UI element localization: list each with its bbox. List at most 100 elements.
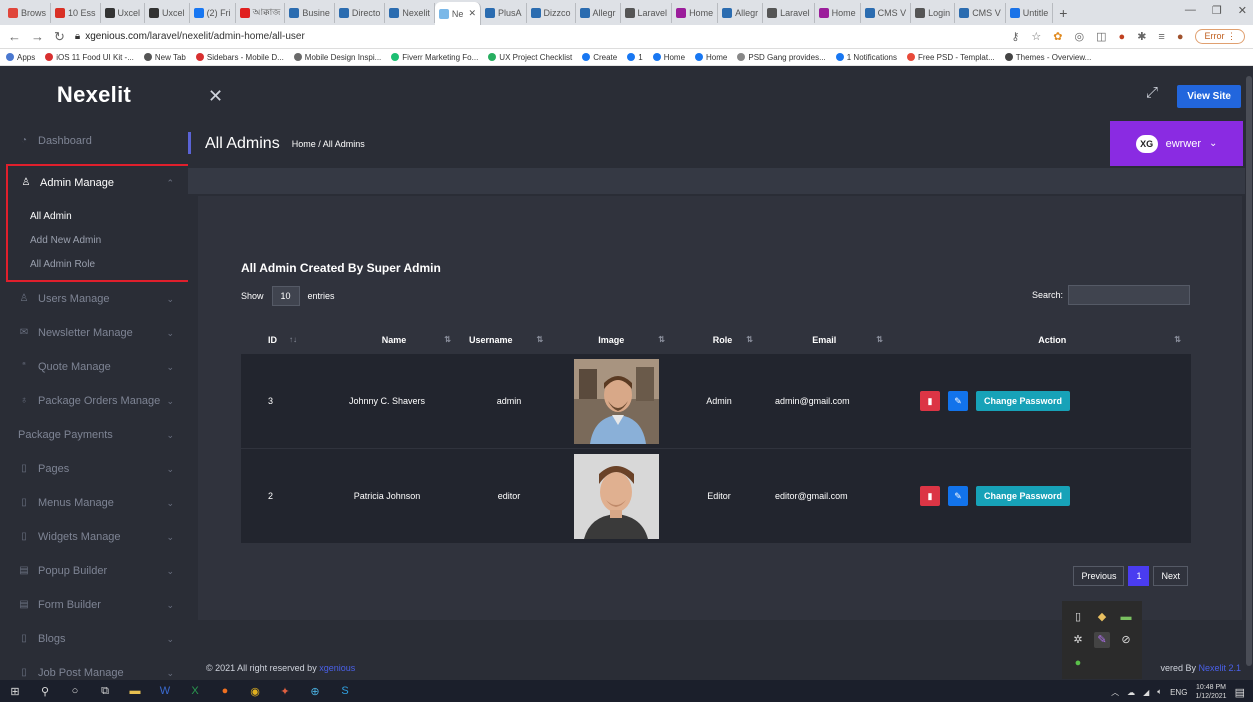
bookmark-item[interactable]: UX Project Checklist [488, 53, 572, 62]
sidebar-item-form-builder[interactable]: ▤ Form Builder ⌄ [0, 588, 188, 622]
bookmark-item[interactable]: PSD Gang provides... [737, 53, 826, 62]
browser-tab[interactable]: (2) Fri [190, 2, 236, 23]
entries-select[interactable]: 10 [271, 286, 300, 306]
globe-icon[interactable]: ⊕ [308, 684, 322, 698]
skype-icon[interactable]: S [338, 684, 352, 698]
copyright-link[interactable]: xgenious [319, 663, 355, 673]
browser-tab[interactable]: 10 Ess [51, 2, 101, 23]
browser-tab[interactable]: Allegr [718, 2, 764, 23]
powered-link[interactable]: Nexelit 2.1 [1198, 663, 1241, 673]
restore-icon[interactable]: ❐ [1212, 4, 1222, 17]
sidebar-subitem-all-admin[interactable]: All Admin [8, 204, 188, 228]
bookmark-item[interactable]: Free PSD - Templat... [907, 53, 995, 62]
chat-icon[interactable]: ▬ [1118, 609, 1134, 625]
sidebar-item-package-payments[interactable]: Package Payments ⌄ [0, 418, 188, 452]
page-1-button[interactable]: 1 [1128, 566, 1150, 586]
close-sidebar-icon[interactable]: ✕ [208, 86, 223, 107]
reload-icon[interactable]: ↻ [54, 29, 65, 45]
bookmark-item[interactable]: Mobile Design Inspi... [293, 53, 381, 62]
browser-tab[interactable]: Login [911, 2, 956, 23]
bookmark-item[interactable]: Fiverr Marketing Fo... [391, 53, 478, 62]
pen-icon[interactable]: ✎ [1094, 631, 1110, 648]
shield-icon[interactable]: ● [1070, 655, 1086, 671]
scrollbar-thumb[interactable] [1246, 76, 1252, 666]
sidebar-item-newsletter-manage[interactable]: ✉ Newsletter Manage ⌄ [0, 316, 188, 350]
browser-tab[interactable]: CMS V [861, 2, 912, 23]
close-window-icon[interactable]: ✕ [1238, 4, 1247, 17]
view-site-button[interactable]: View Site [1177, 85, 1241, 108]
sidebar-item-pages[interactable]: ▯ Pages ⌄ [0, 452, 188, 486]
next-button[interactable]: Next [1153, 566, 1188, 586]
sidebar-item-admin-manage[interactable]: ♙ Admin Manage ⌃ [8, 166, 188, 200]
error-pill[interactable]: Error ⋮ [1195, 29, 1245, 44]
profile-avatar[interactable]: ● [1177, 31, 1184, 43]
column-header-name[interactable]: Name ⇅ [313, 335, 461, 345]
usb-icon[interactable]: ▯ [1070, 609, 1086, 625]
volume-icon[interactable]: 🔈︎ [1157, 687, 1162, 697]
browser-tab[interactable]: Directo [335, 2, 386, 23]
browser-tab[interactable]: Uxcel [101, 2, 146, 23]
bookmark-item[interactable]: Themes - Overview... [1004, 53, 1091, 62]
chevron-up-icon[interactable]: ︿ [1111, 687, 1119, 698]
link-icon[interactable]: ⊘ [1118, 632, 1134, 648]
sidebar-subitem-all-admin-role[interactable]: All Admin Role [8, 252, 188, 276]
file-explorer-icon[interactable]: ▬ [128, 684, 142, 698]
browser-tab[interactable]: PlusA [481, 2, 527, 23]
url-field[interactable]: 🔒︎ xgenious.com/laravel/nexelit/admin-ho… [75, 31, 1001, 42]
extension-icon[interactable]: ✿ [1053, 30, 1062, 43]
sidebar-item-blogs[interactable]: ▯ Blogs ⌄ [0, 622, 188, 656]
browser-tab[interactable]: CMS V [955, 2, 1006, 23]
bookmark-item[interactable]: 1 Notifications [835, 53, 897, 62]
edit-button[interactable]: ✎ [948, 486, 968, 506]
close-tab-icon[interactable]: ✕ [468, 8, 476, 19]
column-header-action[interactable]: Action ⇅ [893, 335, 1191, 345]
sidebar-item-popup-builder[interactable]: ▤ Popup Builder ⌄ [0, 554, 188, 588]
figma-icon[interactable]: ✦ [278, 684, 292, 698]
sidebar-subitem-add-new-admin[interactable]: Add New Admin [8, 228, 188, 252]
logo[interactable]: Nexelit [0, 66, 188, 124]
task-view-icon[interactable]: ⧉ [98, 684, 112, 698]
browser-tab[interactable]: Uxcel [145, 2, 190, 23]
scrollbar[interactable] [1245, 66, 1253, 680]
delete-button[interactable]: ▮ [920, 391, 940, 411]
search-icon[interactable]: ⚲ [38, 684, 52, 698]
bookmark-item[interactable]: Create [582, 53, 617, 62]
network-icon[interactable]: ◢ [1143, 688, 1149, 697]
queue-icon[interactable]: ≡ [1158, 31, 1164, 43]
clock[interactable]: 10:48 PM 1/12/2021 [1195, 683, 1226, 701]
browser-tab[interactable]: Ne ✕ [434, 2, 481, 25]
new-tab-button[interactable]: + [1053, 5, 1073, 21]
extension-icon[interactable]: ● [1119, 31, 1126, 43]
browser-tab[interactable]: Home [815, 2, 861, 23]
search-input[interactable] [1068, 285, 1190, 305]
delete-button[interactable]: ▮ [920, 486, 940, 506]
browser-tab[interactable]: আক্কাজ [236, 2, 286, 23]
puzzle-icon[interactable]: ✱ [1137, 30, 1146, 43]
column-header-username[interactable]: Username ⇅ [461, 335, 557, 345]
notifications-icon[interactable]: ▤ [1235, 686, 1245, 699]
browser-tab[interactable]: Laravel [621, 2, 673, 23]
settings-icon[interactable]: ✲ [1070, 632, 1086, 648]
sidebar-item-users-manage[interactable]: ♙ Users Manage ⌄ [0, 282, 188, 316]
star-icon[interactable]: ☆ [1031, 30, 1041, 43]
browser-tab[interactable]: Untitle [1006, 2, 1054, 23]
sidebar-item-widgets-manage[interactable]: ▯ Widgets Manage ⌄ [0, 520, 188, 554]
sidebar-item-package-orders-manage[interactable]: ♁ Package Orders Manage ⌄ [0, 384, 188, 418]
sidebar-item-menus-manage[interactable]: ▯ Menus Manage ⌄ [0, 486, 188, 520]
bookmark-item[interactable]: Home [695, 53, 727, 62]
browser-tab[interactable]: Dizzco [527, 2, 576, 23]
browser-tab[interactable]: Nexelit [385, 2, 435, 23]
browser-tab[interactable]: Laravel [763, 2, 815, 23]
browser-tab[interactable]: Brows [4, 2, 52, 23]
column-header-email[interactable]: Email ⇅ [763, 335, 893, 345]
bookmark-item[interactable]: New Tab [143, 53, 186, 62]
sidebar-item-quote-manage[interactable]: “ Quote Manage ⌄ [0, 350, 188, 384]
column-header-role[interactable]: Role ⇅ [675, 335, 763, 345]
cortana-icon[interactable]: ○ [68, 684, 82, 698]
breadcrumb[interactable]: Home / All Admins [292, 139, 365, 149]
language-indicator[interactable]: ENG [1170, 688, 1187, 697]
column-header-id[interactable]: ID ↑↓ [241, 335, 313, 345]
cloud-icon[interactable]: ☁ [1127, 688, 1135, 697]
previous-button[interactable]: Previous [1073, 566, 1125, 586]
word-icon[interactable]: W [158, 684, 172, 698]
